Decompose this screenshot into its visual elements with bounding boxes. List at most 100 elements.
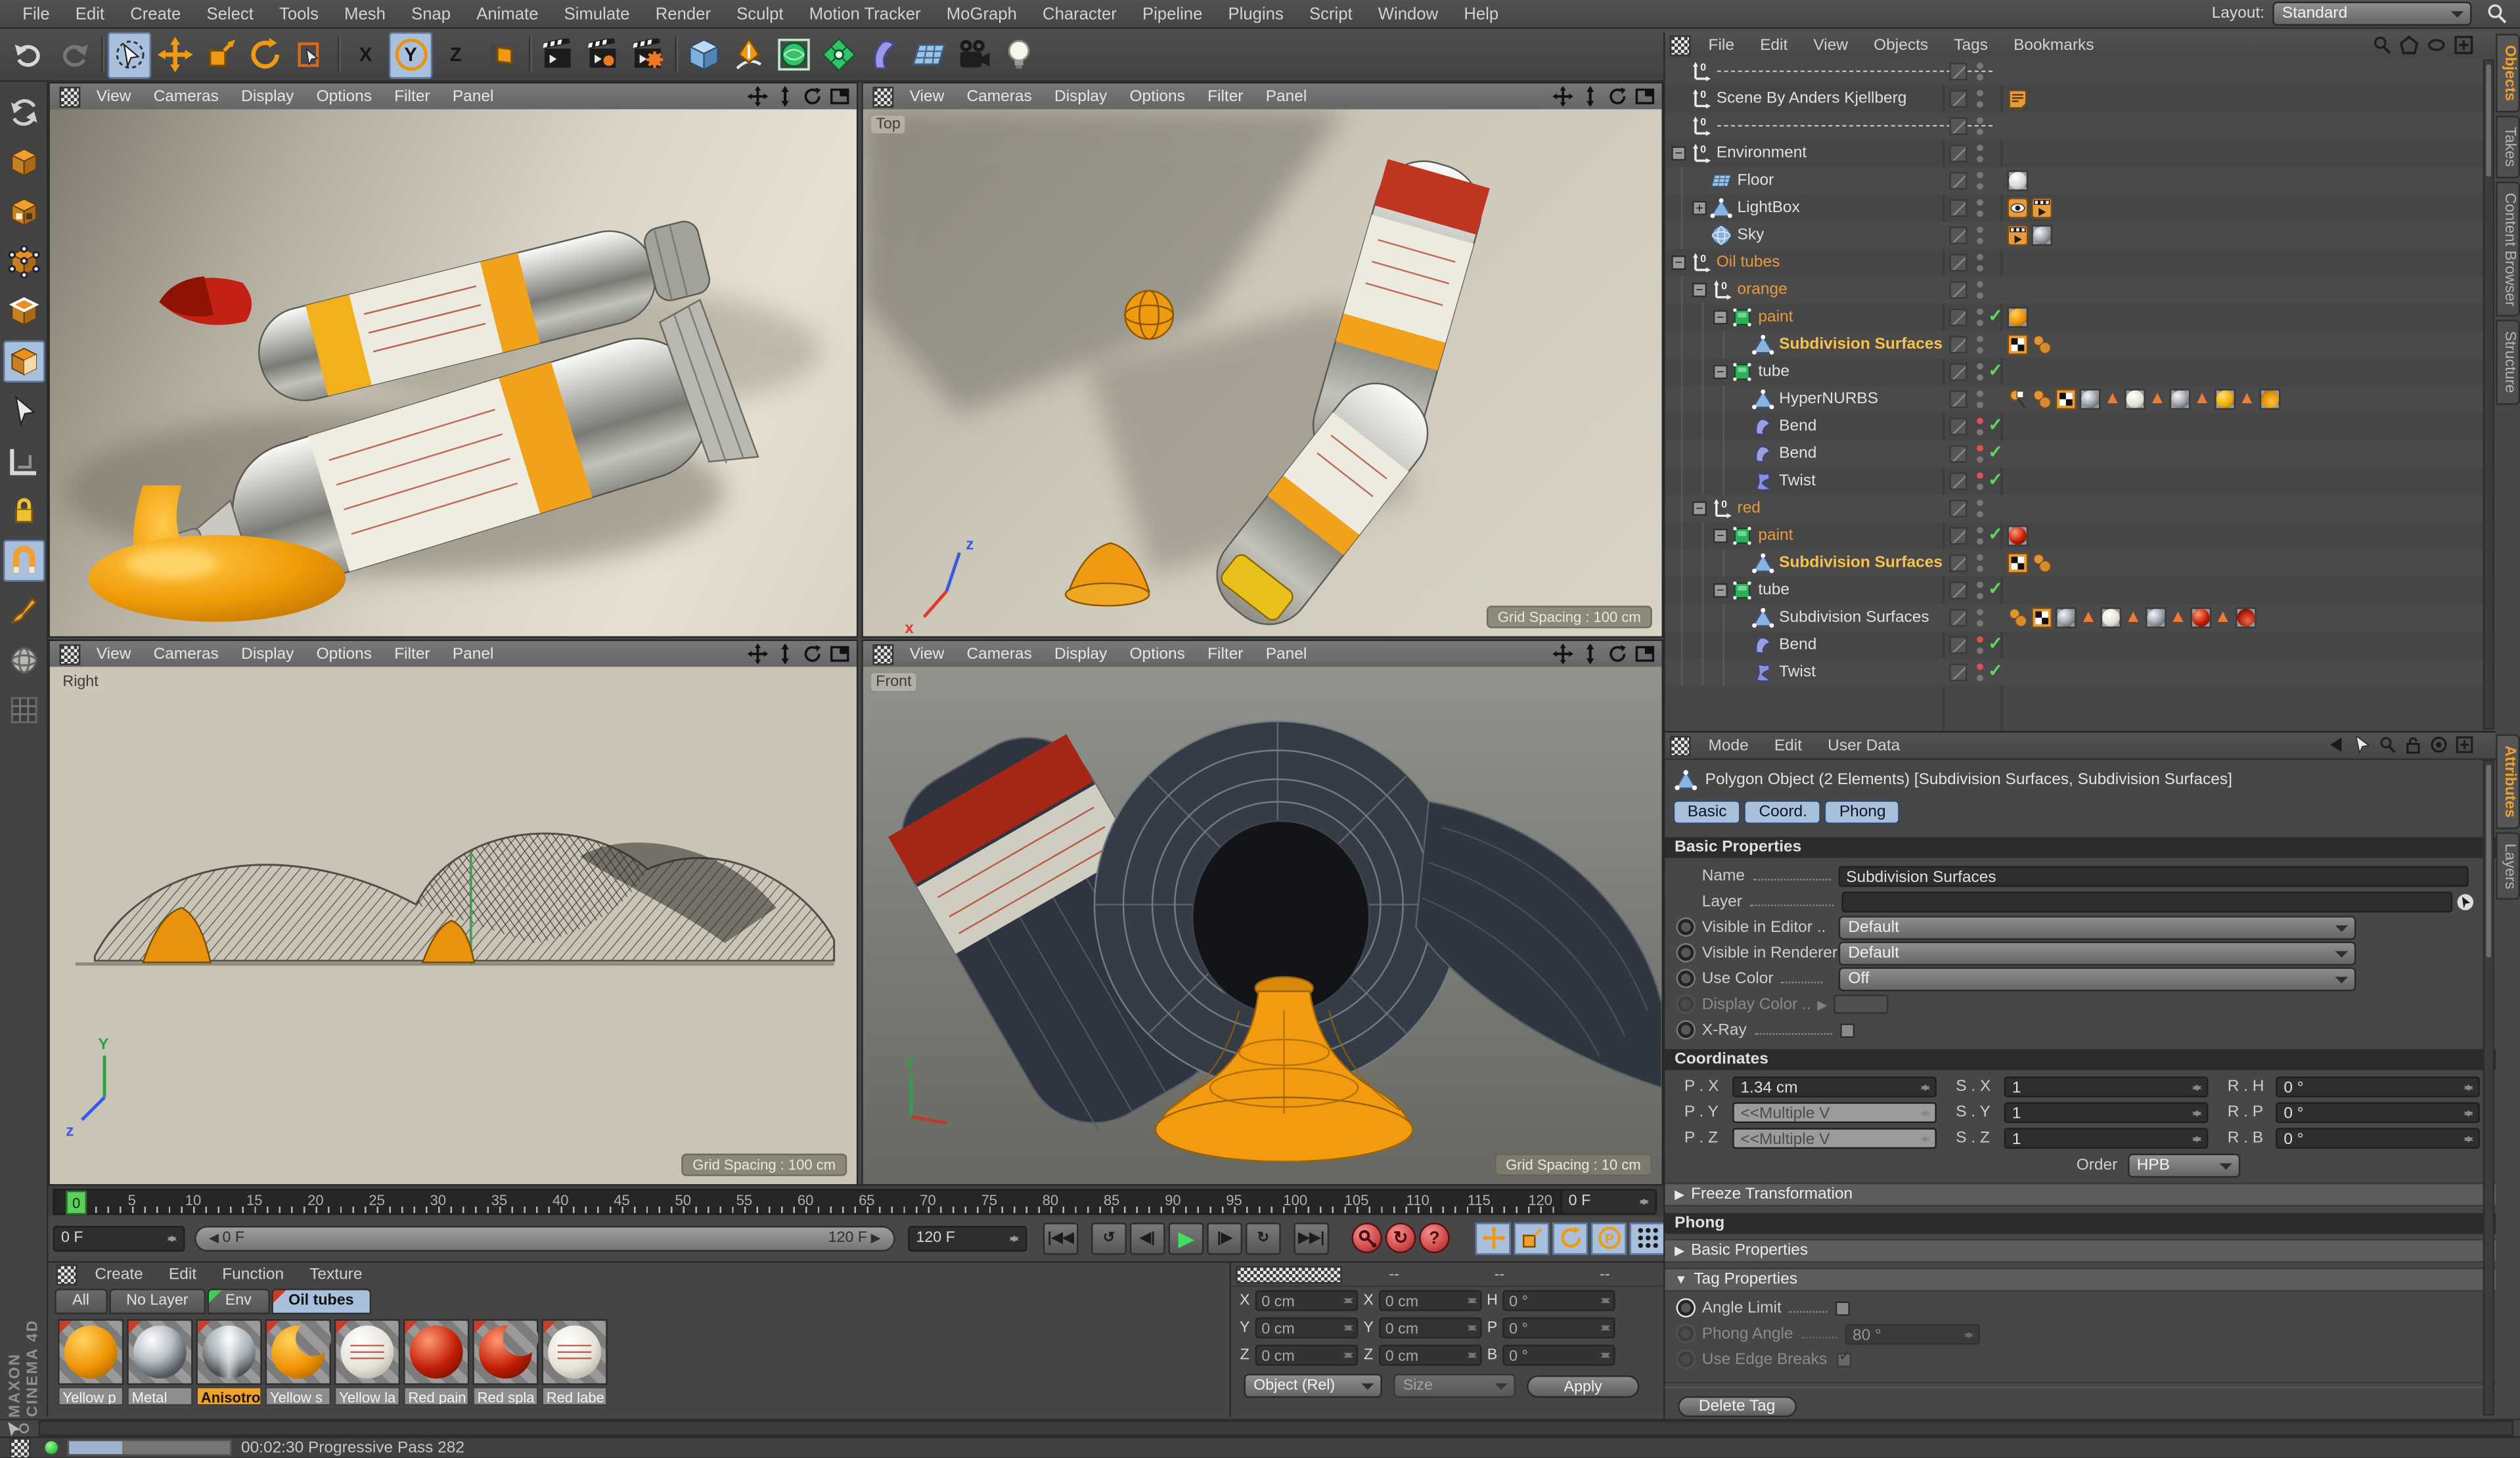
phong-angle-field[interactable]: 80 ° [1844, 1323, 1980, 1344]
menu-item-mat-texture[interactable]: Texture [297, 1266, 375, 1284]
material-tag-icon[interactable] [2234, 607, 2256, 629]
layer-box[interactable] [1949, 663, 1968, 682]
grid-toggle-icon[interactable] [3, 690, 45, 732]
edge-breaks-checkbox[interactable]: ✓ [1836, 1347, 1852, 1367]
dolly-icon[interactable] [1580, 643, 1601, 665]
grip-icon[interactable] [56, 1264, 78, 1286]
add-cloner-icon[interactable] [817, 32, 860, 78]
key-scale-button[interactable] [1514, 1222, 1550, 1254]
render-settings-icon[interactable] [625, 32, 669, 78]
texture-mode-icon[interactable] [3, 191, 45, 233]
viewport-perspective[interactable]: View Cameras Display Options Filter Panel [48, 81, 859, 638]
coord-field-s-x[interactable]: 1 [2004, 1076, 2209, 1097]
coord-field-s-y[interactable]: 1 [2004, 1102, 2209, 1124]
attribute-tab-basic[interactable]: Basic [1673, 800, 1742, 825]
material-thumbnail[interactable] [196, 1319, 262, 1385]
layer-field[interactable] [1841, 891, 2453, 912]
coord-field-p-z[interactable]: <<Multiple V [1732, 1128, 1937, 1149]
grip-icon[interactable] [59, 85, 81, 107]
model-mode-icon[interactable] [3, 141, 45, 183]
texture-tag-icon[interactable] [2031, 607, 2053, 629]
material-tag-icon[interactable] [2007, 525, 2029, 546]
visibility-dots[interactable] [1975, 581, 1983, 600]
play-backward-button[interactable]: ↺ [1091, 1222, 1127, 1254]
pointer-icon[interactable] [2353, 736, 2371, 754]
object-row-paint[interactable]: − paint ✓ [1665, 303, 2496, 331]
menu-item-vp-panel[interactable]: Panel [1255, 87, 1318, 105]
rotate-icon[interactable] [242, 32, 286, 78]
coordinate-field-p[interactable]: 0 ° [1502, 1317, 1615, 1338]
material-yellow-la[interactable]: Yellow la [334, 1319, 401, 1406]
menu-item-vp-cameras[interactable]: Cameras [955, 87, 1043, 105]
menu-item-om-edit[interactable]: Edit [1747, 36, 1801, 54]
menu-item-vp-cameras[interactable]: Cameras [955, 645, 1043, 663]
rotate-view-icon[interactable] [1607, 85, 1628, 108]
menu-item-vp-panel[interactable]: Panel [1255, 645, 1318, 663]
key-pla-button[interactable] [1629, 1222, 1665, 1254]
selection-pin-tag-icon[interactable] [2008, 389, 2029, 410]
layer-box[interactable] [1949, 199, 1968, 217]
layer-box[interactable] [1949, 144, 1968, 163]
material-tag-icon[interactable] [2169, 389, 2190, 410]
menu-item-vp-options[interactable]: Options [305, 87, 384, 105]
layer-box[interactable] [1949, 527, 1968, 545]
grip-icon[interactable] [59, 643, 81, 665]
menu-item-vp-display[interactable]: Display [230, 87, 305, 105]
viewport-right[interactable]: View Cameras Display Options Filter Panel [48, 639, 859, 1186]
search-icon[interactable] [2379, 736, 2396, 753]
object-row-scene-by-anders-kjellber[interactable]: 0 Scene By Anders Kjellberg [1665, 85, 2496, 113]
material-thumbnail[interactable] [265, 1319, 331, 1385]
axis-x-button[interactable]: X [344, 32, 388, 78]
viewport-solo-icon[interactable] [3, 640, 45, 682]
menu-item-om-bookmarks[interactable]: Bookmarks [2001, 36, 2107, 54]
coord-field-r-h[interactable]: 0 ° [2276, 1076, 2480, 1097]
expand-minus-icon[interactable]: − [1713, 364, 1728, 380]
object-row-[interactable]: 0 ---------------------------------------… [1665, 112, 2496, 140]
add-panel-icon[interactable] [2454, 35, 2473, 55]
layer-box[interactable] [1949, 308, 1968, 326]
play-button[interactable]: ▶ [1168, 1222, 1204, 1254]
last-tool-icon[interactable] [288, 32, 331, 78]
visibility-dots[interactable] [1975, 89, 1983, 108]
pan-icon[interactable] [1552, 85, 1574, 108]
menu-item-vp-view[interactable]: View [899, 87, 956, 105]
order-select[interactable]: HPB [2126, 1153, 2240, 1178]
layer-box[interactable] [1949, 418, 1968, 435]
material-tag-icon[interactable] [2145, 607, 2167, 629]
menu-item-main-window[interactable]: Window [1365, 4, 1451, 23]
apply-button[interactable]: Apply [1527, 1374, 1640, 1398]
viewport-perspective-canvas[interactable] [49, 109, 857, 636]
material-anisotro[interactable]: Anisotro [196, 1319, 262, 1406]
menu-item-main-mograph[interactable]: MoGraph [934, 4, 1029, 23]
add-deformer-icon[interactable] [861, 32, 905, 78]
visibility-dots[interactable] [1975, 363, 1983, 381]
coord-field-r-b[interactable]: 0 ° [2276, 1128, 2480, 1149]
material-tag-icon[interactable] [2100, 607, 2121, 629]
menu-item-vp-view[interactable]: View [85, 645, 143, 663]
material-red-spla[interactable]: Red spla [472, 1319, 539, 1406]
layer-box[interactable] [1949, 581, 1968, 600]
menu-item-vp-cameras[interactable]: Cameras [143, 645, 231, 663]
key-parameter-button[interactable]: P [1590, 1222, 1627, 1254]
menu-item-main-animate[interactable]: Animate [464, 4, 551, 23]
visible-renderer-toggle[interactable] [1678, 944, 1694, 961]
render-view-icon[interactable] [535, 32, 579, 78]
object-row-tube[interactable]: − tube ✓ [1665, 358, 2496, 386]
edge-breaks-toggle[interactable] [1678, 1351, 1694, 1367]
material-tag-icon[interactable] [2007, 170, 2029, 192]
grip-icon[interactable] [1669, 735, 1691, 757]
menu-item-om-file[interactable]: File [1696, 36, 1747, 54]
toggle-view-icon[interactable] [829, 85, 850, 108]
material-tag-icon[interactable] [2007, 307, 2029, 328]
menu-item-vp-cameras[interactable]: Cameras [143, 87, 231, 105]
search-icon[interactable] [2486, 3, 2508, 24]
material-tab-no-layer[interactable]: No Layer [108, 1289, 206, 1315]
grip-icon[interactable] [1669, 34, 1691, 56]
workplane-mode-icon[interactable] [3, 440, 45, 482]
uvw-tag-icon[interactable] [2031, 389, 2052, 410]
coord-field-s-z[interactable]: 1 [2004, 1128, 2209, 1149]
expand-minus-icon[interactable]: − [1671, 146, 1686, 161]
enabled-check-icon[interactable]: ✓ [1988, 469, 2003, 490]
dock-tab-takes[interactable]: Takes [2496, 115, 2520, 178]
coord-field-r-p[interactable]: 0 ° [2276, 1102, 2480, 1124]
